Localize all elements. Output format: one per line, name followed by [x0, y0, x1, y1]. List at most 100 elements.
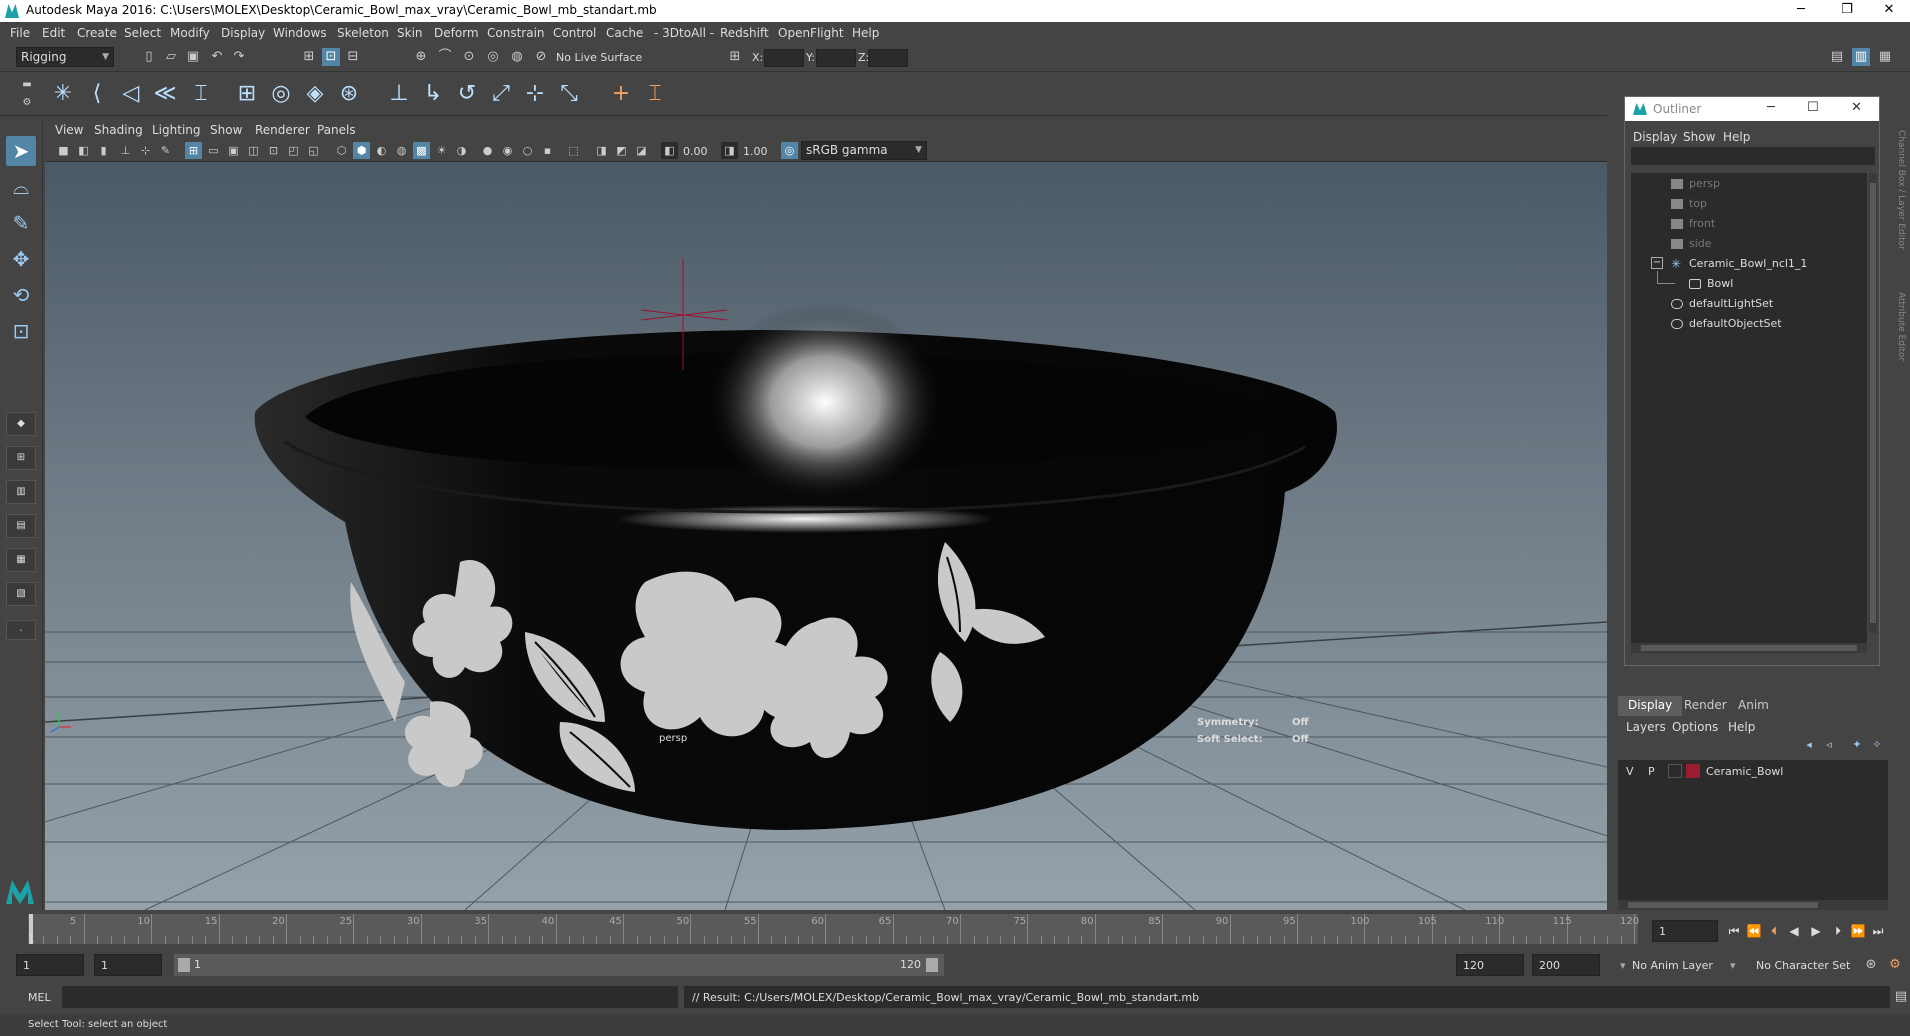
menu-openflight[interactable]: OpenFlight	[778, 26, 844, 40]
menu-select[interactable]: Select	[124, 26, 161, 40]
go-to-end-icon[interactable]: ⏭	[1868, 920, 1888, 942]
range-end-handle[interactable]	[926, 958, 938, 972]
camera-select-icon[interactable]: ■	[55, 142, 72, 159]
snap-grid-icon[interactable]: ⊕	[412, 48, 430, 66]
persp-outliner-layout-icon[interactable]: ▥	[6, 480, 36, 504]
snap-curve-icon[interactable]: ⌒	[436, 48, 454, 66]
snap-view-icon[interactable]: ◎	[484, 48, 502, 66]
step-back-frame-icon[interactable]: ⏴	[1764, 920, 1784, 942]
mode-dropdown[interactable]: Rigging ▼	[16, 47, 114, 67]
use-lights-icon[interactable]: ☀	[433, 142, 450, 159]
collapse-icon[interactable]: −	[1651, 257, 1663, 269]
locator-icon[interactable]: +	[606, 79, 636, 109]
menu-cache[interactable]: Cache	[606, 26, 643, 40]
open-scene-icon[interactable]: ▱	[162, 48, 180, 66]
orient-constraint-icon[interactable]: ↺	[452, 79, 482, 109]
persp-graph-layout-icon[interactable]: ▤	[6, 514, 36, 538]
scale-constraint-icon[interactable]: ⤢	[486, 79, 516, 109]
move-layer-up-icon[interactable]: ◂	[1800, 736, 1818, 754]
menu-skeleton[interactable]: Skeleton	[337, 26, 389, 40]
move-layer-down-icon[interactable]: ◃	[1820, 736, 1838, 754]
layer-list[interactable]: V P Ceramic_Bowl	[1618, 760, 1888, 900]
new-scene-icon[interactable]: ▯	[140, 48, 158, 66]
menu-constrain[interactable]: Constrain	[487, 26, 545, 40]
xray-joints-icon[interactable]: ◩	[613, 142, 630, 159]
layout-icon[interactable]: ▤	[1828, 48, 1846, 66]
menu-skin[interactable]: Skin	[397, 26, 423, 40]
minimize-button[interactable]: ─	[1778, 0, 1824, 22]
menu-deform[interactable]: Deform	[434, 26, 479, 40]
live-surface-label[interactable]: No Live Surface	[556, 51, 642, 64]
layer-horizontal-scrollbar[interactable]	[1618, 900, 1888, 910]
resolution-gate-icon[interactable]: ▣	[225, 142, 242, 159]
vp-menu-panels[interactable]: Panels	[317, 123, 356, 137]
outliner-horizontal-scrollbar[interactable]	[1631, 643, 1867, 653]
close-button[interactable]: ✕	[1866, 0, 1910, 22]
color-management-icon[interactable]: ◎	[781, 142, 798, 159]
ik-spline-icon[interactable]: ◁	[116, 79, 146, 109]
2d-pan-zoom-icon[interactable]: ⊹	[137, 142, 154, 159]
vp-menu-show[interactable]: Show	[210, 123, 242, 137]
safe-action-icon[interactable]: ◰	[285, 142, 302, 159]
attribute-editor-side-tab[interactable]: Attribute Editor	[1896, 292, 1906, 361]
smooth-shade-icon[interactable]: ⬢	[353, 142, 370, 159]
character-set-dropdown[interactable]: ▾ No Character Set	[1730, 954, 1870, 976]
field-chart-icon[interactable]: ⊡	[265, 142, 282, 159]
paint-weights-icon[interactable]: ◈	[300, 79, 330, 109]
film-gate-icon[interactable]: ▭	[205, 142, 222, 159]
scale-tool-icon[interactable]: ⊡	[6, 316, 36, 346]
persp-hypershade-layout-icon[interactable]: ▦	[6, 548, 36, 572]
aim-constraint-icon[interactable]: ↳	[418, 79, 448, 109]
step-forward-key-icon[interactable]: ⏩	[1848, 920, 1868, 942]
live-surface-icon[interactable]: ⊘	[532, 48, 550, 66]
menu-edit[interactable]: Edit	[42, 26, 65, 40]
gate-mask-icon[interactable]: ◫	[245, 142, 262, 159]
menu-display[interactable]: Display	[221, 26, 265, 40]
menu-help[interactable]: Help	[852, 26, 879, 40]
colorspace-dropdown[interactable]: sRGB gamma ▼	[801, 141, 927, 160]
select-object-icon[interactable]: ⊡	[322, 48, 340, 66]
wireframe-icon[interactable]: ⬡	[333, 142, 350, 159]
outliner-menu-display[interactable]: Display	[1633, 130, 1677, 144]
outliner-item[interactable]: persp	[1671, 177, 1720, 190]
exposure-value[interactable]: 0.00	[683, 145, 708, 158]
smooth-bind-icon[interactable]: ◎	[266, 79, 296, 109]
shadows-icon[interactable]: ◑	[453, 142, 470, 159]
detach-skin-icon[interactable]: ⊛	[334, 79, 364, 109]
layer-name[interactable]: Ceramic_Bowl	[1706, 765, 1783, 778]
outliner-item[interactable]: defaultObjectSet	[1671, 317, 1782, 330]
wireframe-on-shaded-icon[interactable]: ◍	[393, 142, 410, 159]
snap-point-icon[interactable]: ⊙	[460, 48, 478, 66]
lasso-tool-icon[interactable]: ⌓	[6, 172, 36, 202]
menu-3dtoall[interactable]: - 3DtoAll -	[654, 26, 714, 40]
anti-aliasing-icon[interactable]: ○	[519, 142, 536, 159]
step-forward-frame-icon[interactable]: ⏵	[1828, 920, 1848, 942]
pole-vector-icon[interactable]: ⤡	[554, 79, 584, 109]
outliner-menu-show[interactable]: Show	[1683, 130, 1715, 144]
viewport-scene[interactable]	[45, 162, 1607, 910]
outliner-minimize-icon[interactable]: ─	[1767, 100, 1775, 115]
select-tool-icon[interactable]: ➤	[6, 136, 36, 166]
outliner-item[interactable]: front	[1671, 217, 1715, 230]
x-field[interactable]	[764, 49, 804, 67]
snap-surface-icon[interactable]: ◍	[508, 48, 526, 66]
outliner-vertical-scrollbar[interactable]	[1869, 173, 1877, 633]
default-material-icon[interactable]: ◐	[373, 142, 390, 159]
single-perspective-layout-icon[interactable]: ◆	[6, 412, 36, 436]
redo-icon[interactable]: ↷	[230, 48, 248, 66]
time-ruler[interactable]: 5 10 15 20 25 30 35 40 45 50 55 60 65 70 75 80 85 90 95 100…	[28, 914, 1639, 944]
scrollbar-thumb[interactable]	[1628, 902, 1818, 908]
undo-icon[interactable]: ↶	[208, 48, 226, 66]
gamma-value[interactable]: 1.00	[743, 145, 768, 158]
scrollbar-thumb[interactable]	[1641, 645, 1857, 651]
outliner-item[interactable]: top	[1671, 197, 1707, 210]
layer-visibility-toggle[interactable]: V	[1626, 765, 1634, 778]
current-frame-field[interactable]: 1	[1652, 920, 1718, 942]
outliner-search-field[interactable]	[1631, 147, 1875, 165]
layer-color-swatch[interactable]	[1686, 764, 1700, 778]
time-slider[interactable]: 5 10 15 20 25 30 35 40 45 50 55 60 65 70 75 80 85 90 95 100…	[0, 910, 1910, 946]
shelf-settings-icon[interactable]: ⚙	[18, 94, 36, 112]
layer-menu-layers[interactable]: Layers	[1626, 720, 1666, 734]
scrollbar-thumb[interactable]	[1870, 183, 1876, 623]
shelf-menu-icon[interactable]: ▬	[18, 76, 36, 94]
